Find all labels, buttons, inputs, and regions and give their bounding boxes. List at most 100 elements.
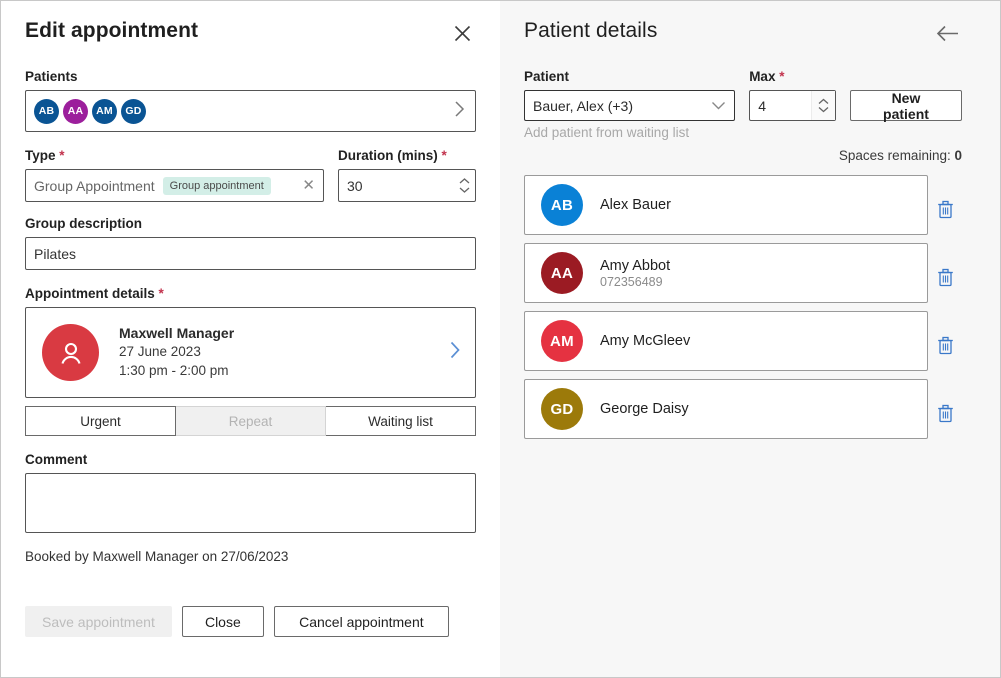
trash-icon[interactable] (928, 260, 962, 294)
group-description-label: Group description (25, 216, 143, 231)
type-field-group: Type * Group Appointment Group appointme… (25, 148, 324, 202)
patient-list-entry: GD George Daisy (524, 379, 962, 447)
patient-details-panel: Patient details Patient Bauer, Alex (+3) (500, 0, 1001, 678)
close-button[interactable]: Close (181, 606, 264, 637)
type-input[interactable]: Group Appointment Group appointment ✕ (25, 169, 324, 202)
appointment-info: Maxwell Manager 27 June 2023 1:30 pm - 2… (119, 325, 449, 379)
type-chip: Group appointment (162, 176, 271, 195)
chevron-right-icon[interactable] (454, 100, 465, 123)
patient-name: Amy Abbot (600, 257, 671, 274)
avatar: AM (541, 320, 583, 362)
patient-name: Amy McGleev (600, 333, 691, 349)
appointment-flags: Urgent Repeat Waiting list (25, 406, 476, 436)
trash-icon[interactable] (928, 396, 962, 430)
panel-header: Edit appointment (25, 19, 476, 47)
chevron-up-icon (818, 98, 829, 104)
booked-by-text: Booked by Maxwell Manager on 27/06/2023 (25, 549, 289, 564)
chevron-up-icon (459, 178, 470, 184)
patient-list-entry: AB Alex Bauer (524, 175, 962, 243)
patient-phone: 072356489 (600, 274, 663, 289)
appointment-details-label-text: Appointment details (25, 286, 155, 301)
comment-label: Comment (25, 452, 88, 467)
type-value: Group Appointment (34, 177, 155, 194)
avatar: GD (541, 388, 583, 430)
patient-info: Alex Bauer (600, 197, 671, 213)
waiting-list-hint: Add patient from waiting list (524, 125, 690, 140)
list-item[interactable]: AB Alex Bauer (524, 175, 928, 235)
person-icon (42, 324, 99, 381)
patient-list-entry: AM Amy McGleev (524, 311, 962, 379)
max-group: Max * 4 (749, 69, 836, 121)
chevron-down-icon (459, 187, 470, 193)
patient-name: Alex Bauer (600, 197, 671, 213)
patients-field[interactable]: AB AA AM GD (25, 90, 476, 132)
comment-input[interactable] (25, 473, 476, 533)
appointment-details-label: Appointment details * (25, 286, 476, 301)
spaces-remaining-value: 0 (954, 148, 962, 163)
patient-avatar-row: AB AA AM GD (34, 98, 146, 124)
trash-icon[interactable] (928, 328, 962, 362)
duration-stepper[interactable]: 30 (338, 169, 476, 202)
clear-icon[interactable]: ✕ (298, 178, 319, 193)
max-spinner[interactable] (810, 91, 835, 120)
arrow-left-icon[interactable] (934, 19, 962, 47)
edit-appointment-panel: Edit appointment Patients AB AA AM GD Ty… (0, 0, 500, 678)
repeat-toggle: Repeat (176, 406, 326, 436)
cancel-appointment-button[interactable]: Cancel appointment (273, 606, 449, 637)
comment-group: Comment Booked by Maxwell Manager on 27/… (25, 452, 476, 564)
patient-info: Amy Abbot 072356489 (600, 258, 670, 289)
appointment-date: 27 June 2023 (119, 344, 201, 360)
appointment-owner: Maxwell Manager (119, 325, 235, 342)
patient-info: George Daisy (600, 401, 689, 417)
max-value: 4 (758, 97, 766, 114)
patient-list: AB Alex Bauer AA Amy Abbot 072356489 AM … (524, 175, 962, 447)
spaces-remaining: Spaces remaining: 0 (524, 148, 962, 163)
appointment-time: 1:30 pm - 2:00 pm (119, 362, 229, 378)
patients-label: Patients (25, 69, 78, 84)
chevron-right-icon[interactable] (449, 340, 461, 365)
waiting-list-toggle[interactable]: Waiting list (326, 406, 476, 436)
patient-label: Patient (524, 69, 570, 84)
patient-name: George Daisy (600, 401, 689, 417)
max-stepper[interactable]: 4 (749, 90, 836, 121)
trash-icon[interactable] (928, 192, 962, 226)
close-icon[interactable] (448, 19, 476, 47)
group-description-group: Group description Pilates (25, 216, 476, 270)
duration-label: Duration (mins) * (338, 148, 476, 163)
required-marker: * (441, 148, 447, 163)
group-description-input[interactable]: Pilates (25, 237, 476, 270)
patient-select-group: Patient Bauer, Alex (+3) (524, 69, 736, 121)
required-marker: * (158, 286, 164, 301)
group-description-value: Pilates (34, 245, 77, 262)
patient-info: Amy McGleev (600, 333, 690, 349)
patient-details-title: Patient details (524, 19, 658, 42)
avatar: AM (92, 98, 117, 124)
new-patient-button[interactable]: New patient (849, 90, 962, 122)
avatar: AA (541, 252, 583, 294)
required-marker: * (59, 148, 65, 163)
type-label-text: Type (25, 148, 56, 163)
appointment-details-card[interactable]: Maxwell Manager 27 June 2023 1:30 pm - 2… (25, 307, 476, 398)
patient-selection-row: Patient Bauer, Alex (+3) Max * 4 New pat… (524, 69, 962, 122)
required-marker: * (779, 69, 785, 84)
list-item[interactable]: AA Amy Abbot 072356489 (524, 243, 928, 303)
spaces-remaining-label: Spaces remaining: (838, 148, 951, 163)
dialog-actions: Save appointment Close Cancel appointmen… (25, 606, 476, 637)
max-label: Max * (749, 69, 836, 84)
list-item[interactable]: AM Amy McGleev (524, 311, 928, 371)
chevron-down-icon (712, 102, 726, 110)
max-label-text: Max (749, 69, 776, 84)
duration-value: 30 (347, 177, 363, 194)
type-label: Type * (25, 148, 324, 163)
avatar: AB (34, 98, 59, 124)
avatar: GD (121, 98, 146, 124)
duration-spinner[interactable] (458, 177, 471, 194)
duration-label-text: Duration (mins) (338, 148, 438, 163)
save-appointment-button: Save appointment (25, 606, 172, 637)
avatar: AB (541, 184, 583, 226)
list-item[interactable]: GD George Daisy (524, 379, 928, 439)
chevron-down-icon (818, 107, 829, 113)
urgent-toggle[interactable]: Urgent (25, 406, 176, 436)
patient-select[interactable]: Bauer, Alex (+3) (524, 90, 736, 121)
patient-details-header: Patient details (524, 19, 962, 47)
